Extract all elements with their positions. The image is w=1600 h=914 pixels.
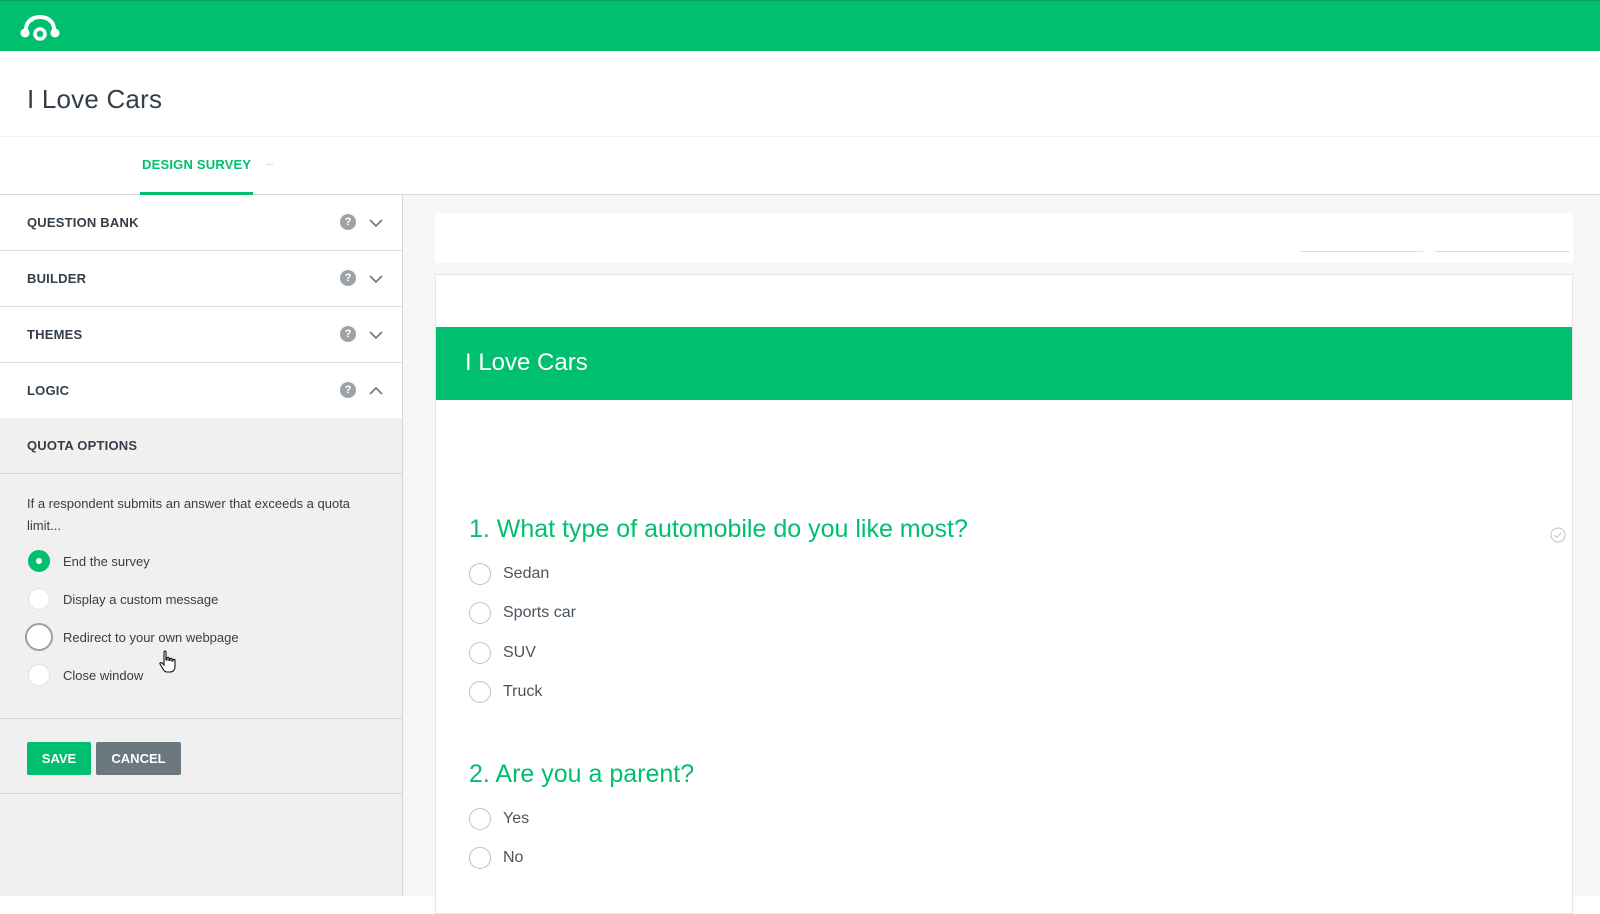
quota-option-custom-message[interactable]: Display a custom message	[27, 586, 367, 614]
option-label: End the survey	[63, 554, 150, 569]
cancel-button[interactable]: CANCEL	[96, 742, 181, 775]
toolbar-field[interactable]	[1435, 251, 1570, 252]
answer-option[interactable]: No	[469, 843, 769, 873]
sidebar-section-logic[interactable]: LOGIC ?	[0, 363, 402, 419]
sidebar-section-themes[interactable]: THEMES ?	[0, 307, 402, 363]
hand-cursor-icon	[159, 650, 176, 673]
answer-option[interactable]: SUV	[469, 638, 769, 668]
radio-unselected[interactable]	[469, 642, 491, 664]
sidebar-section-builder[interactable]: BUILDER ?	[0, 251, 402, 307]
survey-title-banner[interactable]: I Love Cars	[436, 327, 1572, 400]
radio-unselected[interactable]	[469, 602, 491, 624]
answer-option[interactable]: Truck	[469, 677, 769, 707]
quota-option-close-window[interactable]: Close window	[27, 662, 367, 690]
help-icon[interactable]: ?	[340, 326, 356, 342]
help-icon[interactable]: ?	[340, 382, 356, 398]
answer-label: No	[503, 849, 524, 866]
answer-label: Yes	[503, 810, 530, 827]
chevron-down-icon[interactable]	[368, 215, 384, 231]
radio-unselected[interactable]	[469, 563, 491, 585]
answer-label: Sports car	[503, 604, 576, 621]
answer-label: Sedan	[503, 565, 550, 582]
radio-unselected[interactable]	[25, 623, 53, 651]
option-label: Close window	[63, 668, 144, 683]
top-nav-bar	[0, 0, 1600, 51]
survey-preview-area: I Love Cars 1. What type of automobile d…	[403, 195, 1600, 914]
title-bar: I Love Cars	[0, 51, 1600, 137]
tab-design-survey[interactable]: DESIGN SURVEY	[140, 157, 254, 195]
save-button[interactable]: SAVE	[27, 742, 91, 775]
help-icon[interactable]: ?	[340, 270, 356, 286]
answer-option[interactable]: Sedan	[469, 559, 769, 589]
tab-bar: DESIGN SURVEY –	[0, 137, 1600, 195]
section-label: THEMES	[27, 327, 83, 342]
radio-unselected[interactable]	[469, 808, 491, 830]
page-title: I Love Cars	[27, 84, 163, 114]
survey-toolbar	[435, 213, 1573, 263]
survey-title: I Love Cars	[465, 349, 588, 376]
chevron-down-icon[interactable]	[368, 271, 384, 287]
quota-option-redirect[interactable]: Redirect to your own webpage	[25, 623, 367, 652]
checkmark-circle-icon[interactable]	[1550, 527, 1566, 543]
section-label: QUESTION BANK	[27, 215, 139, 230]
answer-label: SUV	[503, 644, 536, 661]
quota-options-header: QUOTA OPTIONS	[0, 418, 402, 474]
radio-unselected[interactable]	[28, 588, 50, 610]
answer-option[interactable]: Yes	[469, 804, 769, 834]
question-title[interactable]: 1. What type of automobile do you like m…	[469, 515, 968, 544]
help-icon[interactable]: ?	[340, 214, 356, 230]
sidebar-section-question-bank[interactable]: QUESTION BANK ?	[0, 195, 402, 251]
chevron-up-icon[interactable]	[368, 383, 384, 399]
survey-page: I Love Cars 1. What type of automobile d…	[435, 274, 1573, 914]
toolbar-field[interactable]	[1301, 251, 1423, 252]
surveymonkey-logo-icon[interactable]	[18, 9, 62, 43]
sidebar: QUESTION BANK ? BUILDER ? THEMES ? LOGIC…	[0, 195, 403, 896]
option-label: Redirect to your own webpage	[63, 630, 239, 645]
tab-separator: –	[266, 156, 274, 171]
section-label: BUILDER	[27, 271, 87, 286]
option-label: Display a custom message	[63, 592, 219, 607]
radio-unselected[interactable]	[28, 664, 50, 686]
quota-description: If a respondent submits an answer that e…	[27, 496, 351, 533]
quota-option-end-survey[interactable]: End the survey	[27, 548, 367, 576]
answer-option[interactable]: Sports car	[469, 598, 769, 628]
question-title[interactable]: 2. Are you a parent?	[469, 760, 694, 789]
radio-selected[interactable]	[28, 550, 50, 572]
chevron-down-icon[interactable]	[368, 327, 384, 343]
answer-label: Truck	[503, 683, 543, 700]
radio-unselected[interactable]	[469, 847, 491, 869]
divider	[0, 793, 402, 794]
quota-options-panel: If a respondent submits an answer that e…	[0, 474, 402, 719]
radio-unselected[interactable]	[469, 681, 491, 703]
quota-options-heading: QUOTA OPTIONS	[27, 438, 138, 453]
section-label: LOGIC	[27, 383, 70, 398]
